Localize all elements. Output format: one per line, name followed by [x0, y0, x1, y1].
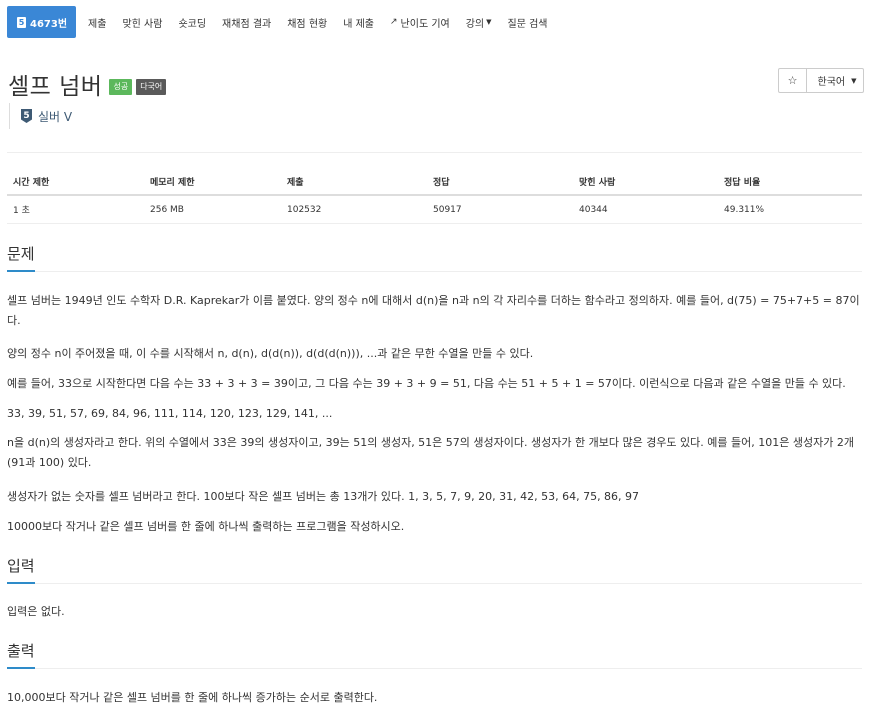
- input-section-title: 입력: [7, 555, 35, 584]
- tab-rejudge-results[interactable]: 재채점 결과: [214, 6, 279, 38]
- problem-header: 셀프 넘버 성공 다국어: [8, 67, 167, 101]
- output-section-title: 출력: [7, 640, 35, 669]
- tab-question-search[interactable]: 질문 검색: [500, 6, 556, 38]
- input-text: 입력은 없다.: [7, 605, 65, 618]
- tab-problem[interactable]: 5 4673번: [7, 6, 77, 38]
- tier-icon: 5: [17, 16, 26, 28]
- tab-my-submissions[interactable]: 내 제출: [335, 6, 382, 38]
- cell-time-limit: 1 초: [13, 206, 30, 216]
- problem-section-header: 문제: [7, 243, 862, 272]
- caret-down-icon: ▼: [851, 76, 857, 85]
- divider: [7, 152, 862, 153]
- tier-shield-icon: 5: [21, 109, 32, 123]
- tab-lecture[interactable]: 강의 ▼: [458, 6, 500, 38]
- output-section-header: 출력: [7, 640, 862, 669]
- star-icon: ☆: [787, 74, 798, 87]
- table-header: 시간 제한 메모리 제한 제출 정답 맞힌 사람 정답 비율: [7, 168, 862, 196]
- problem-paragraph: 10000보다 작거나 같은 셀프 넘버를 한 줄에 하나씩 출력하는 프로그램…: [7, 520, 405, 533]
- output-text: 10,000보다 작거나 같은 셀프 넘버를 한 줄에 하나씩 증가하는 순서로…: [7, 691, 378, 704]
- problem-paragraph: n을 d(n)의 생성자라고 한다. 위의 수열에서 33은 39의 생성자이고…: [7, 436, 854, 469]
- problem-paragraph: 33, 39, 51, 57, 69, 84, 96, 111, 114, 12…: [7, 407, 333, 420]
- favorite-button[interactable]: ☆: [778, 68, 807, 93]
- problem-paragraph: 셀프 넘버는 1949년 인도 수학자 D.R. Kaprekar가 이름 붙였…: [7, 294, 860, 327]
- problem-paragraph: 예를 들어, 33으로 시작한다면 다음 수는 33 + 3 + 3 = 39이…: [7, 377, 846, 390]
- external-link-icon: ↗: [390, 17, 398, 27]
- multilang-badge: 다국어: [136, 79, 167, 95]
- cell-memory-limit: 256 MB: [150, 204, 184, 215]
- tab-difficulty-label: 난이도 기여: [400, 18, 450, 30]
- header-accepted: 정답: [433, 177, 450, 188]
- problem-nav: 5 4673번 제출 맞힌 사람 숏코딩 재채점 결과 채점 현황 내 제출 ↗…: [7, 6, 556, 38]
- tab-lecture-label: 강의: [465, 18, 485, 30]
- caret-down-icon: ▼: [486, 18, 492, 26]
- tab-difficulty[interactable]: ↗ 난이도 기여: [382, 6, 458, 38]
- cell-solved-users: 40344: [579, 204, 608, 215]
- header-time-limit: 시간 제한: [13, 177, 50, 188]
- problem-title: 셀프 넘버: [8, 74, 103, 100]
- header-solved-users: 맞힌 사람: [579, 177, 616, 188]
- problem-paragraph: 양의 정수 n이 주어졌을 때, 이 수를 시작해서 n, d(n), d(d(…: [7, 347, 534, 360]
- problem-toolbar: ☆ 한국어 ▼: [778, 68, 864, 93]
- tab-solved-users[interactable]: 맞힌 사람: [114, 6, 170, 38]
- tab-short-coding[interactable]: 숏코딩: [170, 6, 214, 38]
- language-label: 한국어: [817, 77, 846, 88]
- problem-section-title: 문제: [7, 243, 35, 272]
- problem-paragraph: 생성자가 없는 숫자를 셀프 넘버라고 한다. 100보다 작은 셀프 넘버는 …: [7, 490, 640, 503]
- header-memory-limit: 메모리 제한: [150, 177, 195, 188]
- problem-info-table: 시간 제한 메모리 제한 제출 정답 맞힌 사람 정답 비율 1 초 256 M…: [7, 168, 862, 224]
- solved-badge: 성공: [109, 79, 133, 95]
- tab-judge-status[interactable]: 채점 현황: [279, 6, 335, 38]
- cell-accept-ratio: 49.311%: [724, 204, 765, 215]
- language-dropdown[interactable]: 한국어 ▼: [807, 68, 864, 93]
- cell-submissions: 102532: [287, 204, 322, 215]
- table-row: 1 초 256 MB 102532 50917 40344 49.311%: [7, 196, 862, 224]
- input-section-header: 입력: [7, 555, 862, 584]
- tab-submit[interactable]: 제출: [80, 6, 114, 38]
- tier-label[interactable]: 실버 V: [38, 108, 72, 125]
- cell-accepted: 50917: [433, 204, 462, 215]
- header-accept-ratio: 정답 비율: [724, 177, 761, 188]
- problem-id: 4673번: [30, 18, 68, 30]
- header-submissions: 제출: [287, 177, 304, 188]
- problem-tier: 5 실버 V: [9, 103, 72, 129]
